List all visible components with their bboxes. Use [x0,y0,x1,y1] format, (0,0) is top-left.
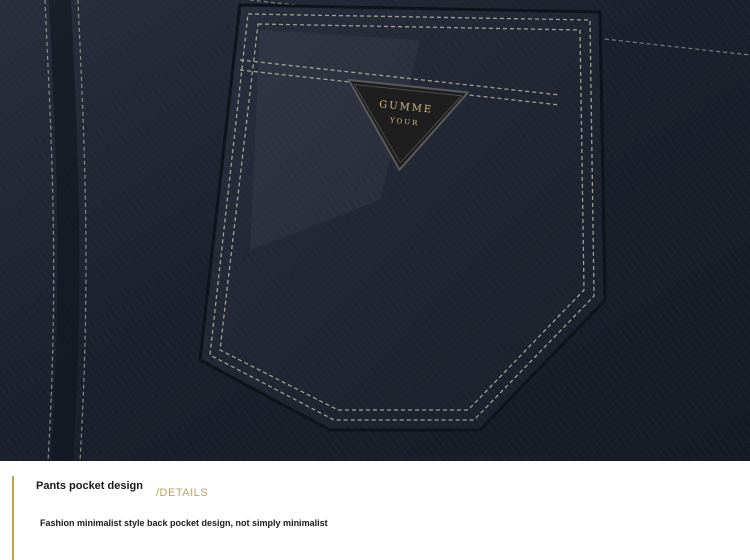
product-detail-page: GUMME YOUR Pants pocket design /DETAILS … [0,0,750,560]
jeans-pocket-photo: GUMME YOUR [0,0,750,461]
caption-panel: Pants pocket design /DETAILS Fashion min… [0,461,750,560]
caption-details-tag: /DETAILS [156,487,209,499]
accent-bar [12,476,14,560]
caption-title: Pants pocket design [36,480,143,492]
jeans-illustration: GUMME YOUR [0,0,750,461]
caption-description: Fashion minimalist style back pocket des… [40,518,328,528]
